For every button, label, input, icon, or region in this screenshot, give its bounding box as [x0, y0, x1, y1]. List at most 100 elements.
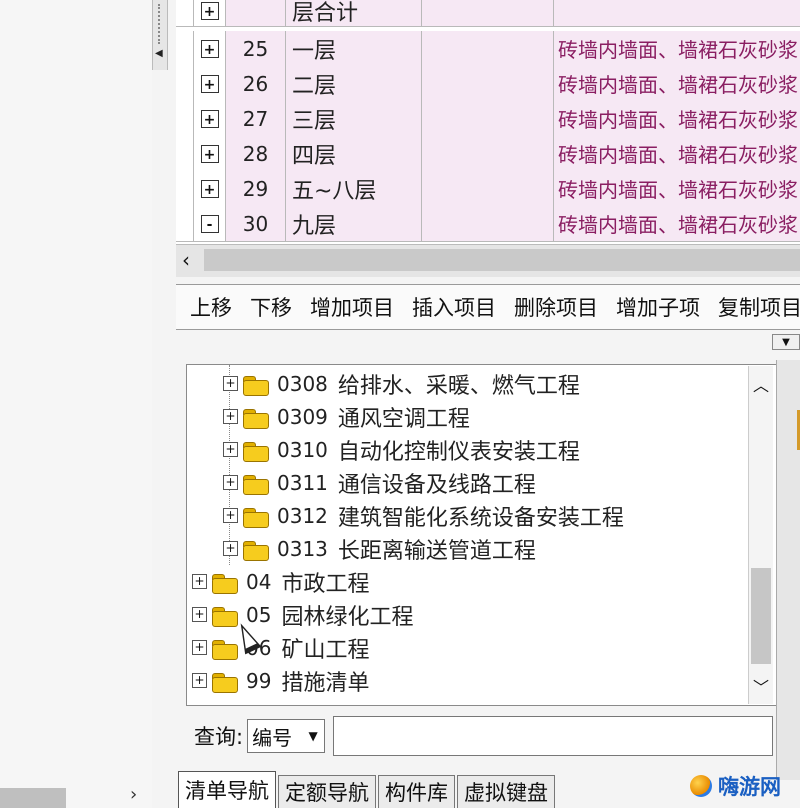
chevron-down-icon[interactable]: ▼ [306, 726, 320, 746]
row-number: 27 [226, 101, 286, 136]
grid-row[interactable]: + 25 一层 砖墙内墙面、墙裙石灰砂浆 [176, 31, 800, 67]
work-description[interactable]: 砖墙内墙面、墙裙石灰砂浆 [554, 66, 800, 101]
floor-name[interactable]: 层合计 [286, 0, 422, 26]
tree-item[interactable]: + 0311 通信设备及线路工程 [223, 466, 536, 499]
chevron-down-icon[interactable]: ▼ [772, 334, 800, 350]
work-description[interactable]: 砖墙内墙面、墙裙石灰砂浆 [554, 171, 800, 206]
insert-item-button[interactable]: 插入项目 [403, 292, 505, 322]
grid-row[interactable]: + 26 二层 砖墙内墙面、墙裙石灰砂浆 [176, 66, 800, 102]
chevron-up-icon[interactable]: ︿ [753, 372, 769, 396]
tree-item-code: 0311 [277, 470, 328, 495]
floor-name[interactable]: 九层 [286, 206, 422, 241]
tree-item[interactable]: + 0309 通风空调工程 [223, 400, 470, 433]
tree-item[interactable]: + 99 措施清单 [192, 664, 369, 697]
chevron-down-icon[interactable]: ﹀ [753, 674, 769, 698]
expand-toggle-icon[interactable]: + [200, 39, 219, 58]
tree-item-label: 自动化控制仪表安装工程 [337, 439, 580, 465]
tree-item-label: 园林绿化工程 [281, 604, 414, 630]
row-selector[interactable] [176, 136, 194, 171]
chevron-left-icon[interactable]: ◀ [155, 48, 163, 59]
tree-item[interactable]: + 0313 长距离输送管道工程 [223, 532, 536, 565]
delete-item-button[interactable]: 删除项目 [505, 292, 607, 322]
tree-vertical-scrollbar[interactable]: ︿ ﹀ [748, 366, 773, 704]
work-description[interactable]: 砖墙内墙面、墙裙石灰砂浆 [554, 31, 800, 66]
floor-name[interactable]: 四层 [286, 136, 422, 171]
expand-toggle-icon[interactable]: + [200, 74, 219, 93]
plus-box-icon[interactable]: + [223, 376, 238, 391]
tree-item[interactable]: + 06 矿山工程 [192, 631, 369, 664]
bill-navigation-tree: + 0308 给排水、采暖、燃气工程 + 0309 通风空调工程 + 0310 … [186, 364, 778, 706]
work-description[interactable]: 砖墙内墙面、墙裙石灰砂浆 [554, 206, 800, 241]
add-subitem-button[interactable]: 增加子项 [607, 292, 709, 322]
plus-box-icon[interactable]: + [192, 574, 207, 589]
tree-item-label: 措施清单 [281, 670, 370, 696]
expand-toggle-icon[interactable]: + [200, 179, 219, 198]
grid-row[interactable]: + 28 四层 砖墙内墙面、墙裙石灰砂浆 [176, 136, 800, 172]
row-selector[interactable] [176, 206, 194, 241]
tree-item[interactable]: + 0308 给排水、采暖、燃气工程 [223, 367, 580, 400]
floor-name[interactable]: 三层 [286, 101, 422, 136]
row-selector[interactable] [176, 31, 194, 66]
row-selector[interactable] [176, 171, 194, 206]
tree-item[interactable]: + 0310 自动化控制仪表安装工程 [223, 433, 580, 466]
move-up-button[interactable]: 上移 [176, 292, 241, 322]
tree-item[interactable]: + 0312 建筑智能化系统设备安装工程 [223, 499, 624, 532]
plus-box-icon[interactable]: + [223, 442, 238, 457]
floor-name[interactable]: 二层 [286, 66, 422, 101]
work-description[interactable]: 砖墙内墙面、墙裙石灰砂浆 [554, 136, 800, 171]
grid-row-subtotal[interactable]: + 层合计 [176, 0, 800, 27]
query-label: 查询: [194, 725, 244, 749]
tab-quota-navigation[interactable]: 定额导航 [278, 775, 376, 808]
add-item-button[interactable]: 增加项目 [301, 292, 403, 322]
left-panel-scrollbar[interactable]: ◀ [152, 0, 168, 70]
expand-toggle-icon[interactable]: + [200, 144, 219, 163]
row-selector[interactable] [176, 66, 194, 101]
grid-horizontal-scrollbar[interactable]: ‹ [176, 244, 800, 277]
grid-row[interactable]: - 30 九层 砖墙内墙面、墙裙石灰砂浆 [176, 206, 800, 242]
plus-box-icon[interactable]: + [192, 673, 207, 688]
query-bar: 查询: 编号 ▼ [186, 708, 776, 764]
right-side-panel [776, 360, 800, 780]
row-selector[interactable] [176, 0, 194, 26]
plus-box-icon[interactable]: + [192, 640, 207, 655]
row-number: 28 [226, 136, 286, 171]
folder-icon [212, 638, 238, 660]
floor-name[interactable]: 五~八层 [286, 171, 422, 206]
tree-item-code: 0312 [277, 503, 328, 528]
tree-item[interactable]: + 05 园林绿化工程 [192, 598, 413, 631]
expand-toggle-icon[interactable]: + [200, 109, 219, 128]
tree-item-label: 市政工程 [281, 571, 370, 597]
scrollbar-thumb[interactable] [751, 568, 771, 664]
plus-box-icon[interactable]: + [223, 508, 238, 523]
plus-box-icon[interactable]: + [223, 475, 238, 490]
chevron-left-icon[interactable]: ‹ [182, 248, 190, 272]
tree-item-code: 99 [246, 668, 272, 693]
collapse-toggle-icon[interactable]: - [200, 214, 219, 233]
expand-toggle-icon[interactable]: + [200, 2, 219, 20]
row-number: 29 [226, 171, 286, 206]
plus-box-icon[interactable]: + [223, 541, 238, 556]
tab-bill-navigation[interactable]: 清单导航 [178, 771, 276, 808]
plus-box-icon[interactable]: + [223, 409, 238, 424]
plus-box-icon[interactable]: + [192, 607, 207, 622]
chevron-right-icon[interactable]: › [130, 784, 137, 805]
row-selector[interactable] [176, 101, 194, 136]
floor-name[interactable]: 一层 [286, 31, 422, 66]
query-field-value: 编号 [252, 725, 293, 750]
folder-icon [243, 506, 269, 528]
folder-icon [243, 473, 269, 495]
grid-row[interactable]: + 27 三层 砖墙内墙面、墙裙石灰砂浆 [176, 101, 800, 137]
watermark-text: 嗨游网 [718, 775, 781, 799]
query-field-select[interactable]: 编号 ▼ [247, 719, 326, 753]
tree-item-label: 通风空调工程 [337, 406, 470, 432]
grid-row[interactable]: + 29 五~八层 砖墙内墙面、墙裙石灰砂浆 [176, 171, 800, 207]
tab-component-library[interactable]: 构件库 [378, 775, 455, 808]
watermark-logo-icon [690, 775, 712, 797]
tree-item[interactable]: + 04 市政工程 [192, 565, 369, 598]
move-down-button[interactable]: 下移 [241, 292, 301, 322]
work-description[interactable]: 砖墙内墙面、墙裙石灰砂浆 [554, 101, 800, 136]
copy-item-button[interactable]: 复制项目 [709, 292, 800, 322]
query-input[interactable] [333, 716, 774, 756]
scrollbar-thumb[interactable] [204, 249, 800, 271]
tab-virtual-keyboard[interactable]: 虚拟键盘 [457, 775, 555, 808]
